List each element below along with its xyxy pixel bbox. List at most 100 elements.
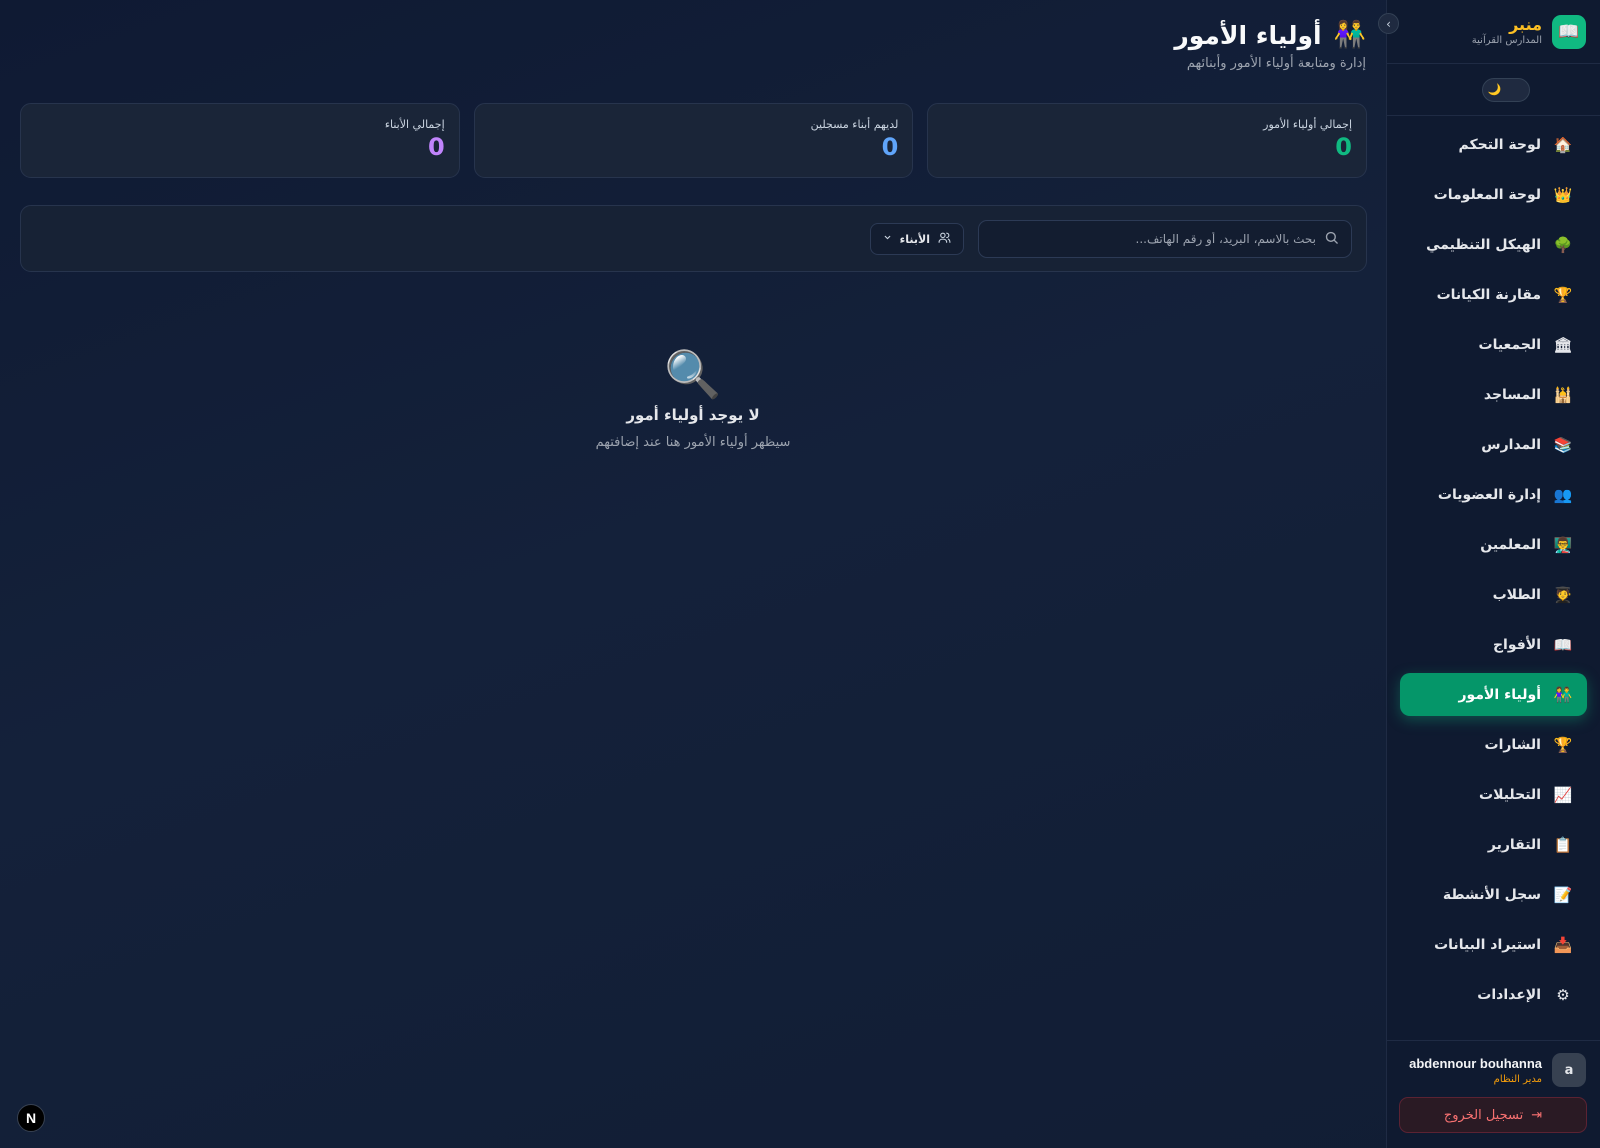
sidebar-item-badges[interactable]: 🏆 الشارات (1400, 723, 1587, 766)
sidebar-item-settings[interactable]: ⚙ الإعدادات (1400, 973, 1587, 1016)
groups-icon: 📖 (1553, 635, 1573, 654)
sidebar-item-org-structure[interactable]: 🌳 الهيكل التنظيمي (1400, 223, 1587, 266)
sidebar-item-label: المساجد (1483, 386, 1541, 403)
memberships-icon: 👥 (1553, 485, 1573, 504)
badges-icon: 🏆 (1553, 735, 1573, 754)
sidebar-item-students[interactable]: 🧑‍🎓 الطلاب (1400, 573, 1587, 616)
activity-log-icon: 📝 (1553, 885, 1573, 904)
sidebar-nav: 🏠 لوحة التحكم 👑 لوحة المعلومات 🌳 الهيكل التنظ… (1387, 116, 1600, 1016)
stat-label: لديهم أبناء مسجلين (810, 118, 899, 131)
sidebar-item-label: مقارنة الكيانات (1436, 286, 1541, 303)
data-import-icon: 📥 (1553, 935, 1573, 954)
theme-row: 🌙 (1387, 64, 1600, 116)
user-role: مدير النظام (1493, 1073, 1542, 1085)
settings-icon: ⚙ (1556, 985, 1570, 1004)
stat-value: 0 (1335, 133, 1352, 161)
moon-icon: 🌙 (1487, 83, 1502, 96)
page-subtitle: إدارة ومتابعة أولياء الأمور وأبنائهم (1186, 56, 1366, 71)
sidebar-item-label: لوحة التحكم (1458, 136, 1541, 153)
sidebar-item-label: الطلاب (1492, 586, 1541, 603)
sidebar-item-label: التحليلات (1479, 786, 1541, 803)
stat-label: إجمالي أولياء الأمور (1263, 118, 1352, 131)
framework-badge[interactable]: N (17, 1104, 45, 1132)
stat-card-with-children: لديهم أبناء مسجلين 0 (473, 103, 914, 178)
sidebar-item-label: سجل الأنشطة (1442, 886, 1541, 903)
sidebar-item-label: إدارة العضويات (1437, 486, 1541, 503)
empty-state-title: لا يوجد أولياء أمور (626, 406, 760, 424)
sidebar-item-label: الشارات (1484, 736, 1542, 753)
org-structure-icon: 🌳 (1553, 235, 1573, 254)
sidebar-item-info-board[interactable]: 👑 لوحة المعلومات (1400, 173, 1587, 216)
book-icon: 📖 (1552, 14, 1586, 49)
page-header: 👫 أولياء الأمور إدارة ومتابعة أولياء الأ… (1174, 20, 1366, 71)
sidebar-item-teachers[interactable]: 👨‍🏫 المعلمين (1400, 523, 1587, 566)
logout-button[interactable]: ⇥ تسجيل الخروج (1399, 1097, 1587, 1133)
sidebar-item-associations[interactable]: 🏛 الجمعيات (1400, 323, 1587, 366)
sidebar-item-label: المدارس (1481, 436, 1541, 453)
stat-card-total-children: إجمالي الأبناء 0 (19, 103, 460, 178)
children-filter-dropdown[interactable]: الأبناء (869, 223, 964, 255)
sidebar-item-label: المعلمين (1480, 536, 1541, 553)
search-icon (1324, 230, 1339, 249)
chevron-down-icon (883, 233, 892, 245)
sidebar-item-label: التقارير (1487, 836, 1541, 853)
associations-icon: 🏛 (1553, 335, 1573, 354)
brand-subtitle: المدارس القرآنية (1471, 34, 1542, 46)
brand: 📖 منبر المدارس القرآنية (1387, 0, 1600, 64)
sidebar-item-label: الأفواج (1492, 636, 1541, 653)
page-title-text: أولياء الأمور (1174, 20, 1322, 50)
logout-label: تسجيل الخروج (1443, 1107, 1524, 1123)
sidebar-item-schools[interactable]: 📚 المدارس (1400, 423, 1587, 466)
sidebar-item-activity-log[interactable]: 📝 سجل الأنشطة (1400, 873, 1587, 916)
user-name: abdennour bouhanna (1409, 1055, 1542, 1071)
page-title: 👫 أولياء الأمور (1174, 20, 1366, 50)
main-content: 👫 أولياء الأمور إدارة ومتابعة أولياء الأ… (0, 0, 1386, 1148)
reports-icon: 📋 (1553, 835, 1573, 854)
sidebar-collapse-button[interactable]: › (1378, 13, 1399, 34)
sidebar-item-analytics[interactable]: 📈 التحليلات (1400, 773, 1587, 816)
stat-label: إجمالي الأبناء (384, 118, 445, 131)
brand-text: منبر المدارس القرآنية (1471, 14, 1542, 48)
sidebar-item-dashboard[interactable]: 🏠 لوحة التحكم (1400, 123, 1587, 166)
sidebar-item-memberships[interactable]: 👥 إدارة العضويات (1400, 473, 1587, 516)
sidebar-item-label: الهيكل التنظيمي (1426, 236, 1541, 253)
sidebar-item-reports[interactable]: 📋 التقارير (1400, 823, 1587, 866)
entity-compare-icon: 🏆 (1553, 285, 1573, 304)
search-box[interactable] (978, 220, 1352, 258)
mosques-icon: 🕌 (1553, 385, 1573, 404)
stat-value: 0 (881, 133, 899, 161)
theme-toggle[interactable]: 🌙 (1481, 77, 1530, 102)
analytics-icon: 📈 (1553, 785, 1573, 804)
stat-card-total-parents: إجمالي أولياء الأمور 0 (927, 103, 1367, 178)
info-board-icon: 👑 (1553, 185, 1573, 204)
brand-name: منبر (1509, 14, 1542, 34)
parents-icon: 👫 (1553, 685, 1573, 704)
parents-icon: 👫 (1333, 20, 1366, 50)
stat-value: 0 (427, 133, 445, 161)
students-icon: 🧑‍🎓 (1553, 585, 1573, 604)
sidebar-item-data-import[interactable]: 📥 استيراد البيانات (1400, 923, 1587, 966)
teachers-icon: 👨‍🏫 (1553, 535, 1573, 554)
sidebar-item-groups[interactable]: 📖 الأفواج (1400, 623, 1587, 666)
user-box: a abdennour bouhanna مدير النظام ⇥ تسجيل… (1386, 1040, 1600, 1148)
sidebar-item-parents[interactable]: 👫 أولياء الأمور (1400, 673, 1587, 716)
magnifier-icon: 🔍 (664, 347, 722, 401)
sidebar-item-label: الإعدادات (1477, 986, 1541, 1003)
schools-icon: 📚 (1553, 435, 1573, 454)
dashboard-icon: 🏠 (1553, 135, 1573, 154)
sidebar-item-label: الجمعيات (1478, 336, 1541, 353)
sidebar: 📖 منبر المدارس القرآنية 🌙 🏠 لوحة التحكم 👑 ل… (1386, 0, 1600, 1148)
search-input[interactable] (991, 232, 1316, 246)
filter-bar: الأبناء (20, 205, 1367, 272)
sidebar-item-label: أولياء الأمور (1458, 686, 1542, 703)
empty-state-subtitle: سيظهر أولياء الأمور هنا عند إضافتهم (595, 435, 791, 450)
sidebar-item-mosques[interactable]: 🕌 المساجد (1400, 373, 1587, 416)
children-filter-label: الأبناء (899, 232, 930, 246)
avatar[interactable]: a (1552, 1053, 1586, 1087)
logout-icon: ⇥ (1531, 1107, 1543, 1123)
stats-row: إجمالي أولياء الأمور 0 لديهم أبناء مسجلي… (19, 103, 1367, 178)
sidebar-item-label: لوحة المعلومات (1433, 186, 1541, 203)
user-row: a abdennour bouhanna مدير النظام (1386, 1041, 1600, 1087)
chevron-right-icon: › (1386, 16, 1391, 31)
sidebar-item-entity-compare[interactable]: 🏆 مقارنة الكيانات (1400, 273, 1587, 316)
